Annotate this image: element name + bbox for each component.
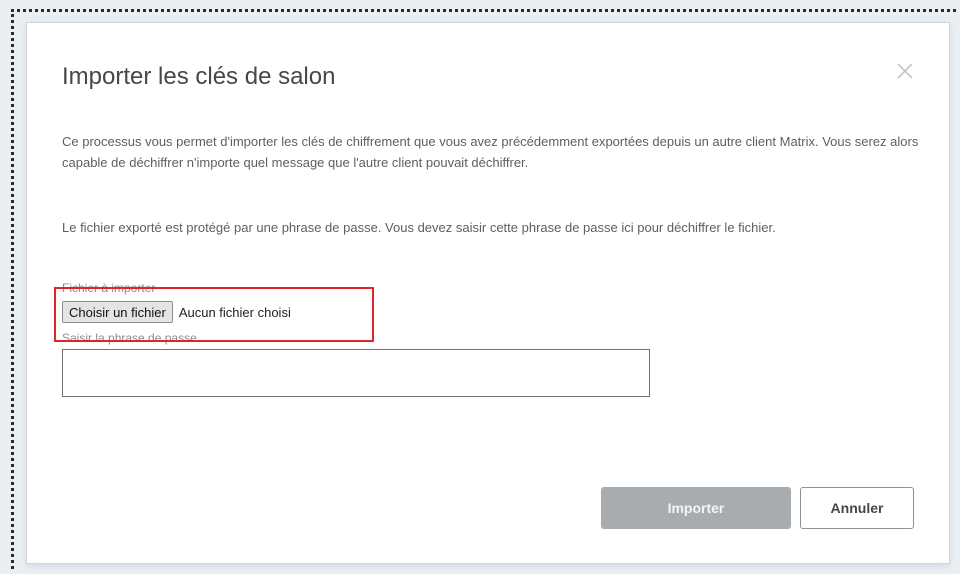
file-label: Fichier à importer [62,281,156,295]
file-status: Aucun fichier choisi [178,304,291,320]
passphrase-explanation: Le fichier exporté est protégé par une p… [62,220,776,235]
cancel-button[interactable]: Annuler [800,487,914,529]
choose-file-button[interactable]: Choisir un fichier [62,301,173,323]
passphrase-label: Saisir la phrase de passe [62,331,197,345]
dialog-description: Ce processus vous permet d'importer les … [62,134,919,170]
dialog-title: Importer les clés de salon [62,63,336,90]
import-button[interactable]: Importer [601,487,791,529]
import-room-keys-dialog: Importer les clés de salon Ce processus … [27,23,949,563]
close-icon[interactable] [893,59,917,83]
file-picker: Choisir un fichier Aucun fichier choisi [62,301,291,323]
passphrase-input[interactable] [62,349,650,397]
